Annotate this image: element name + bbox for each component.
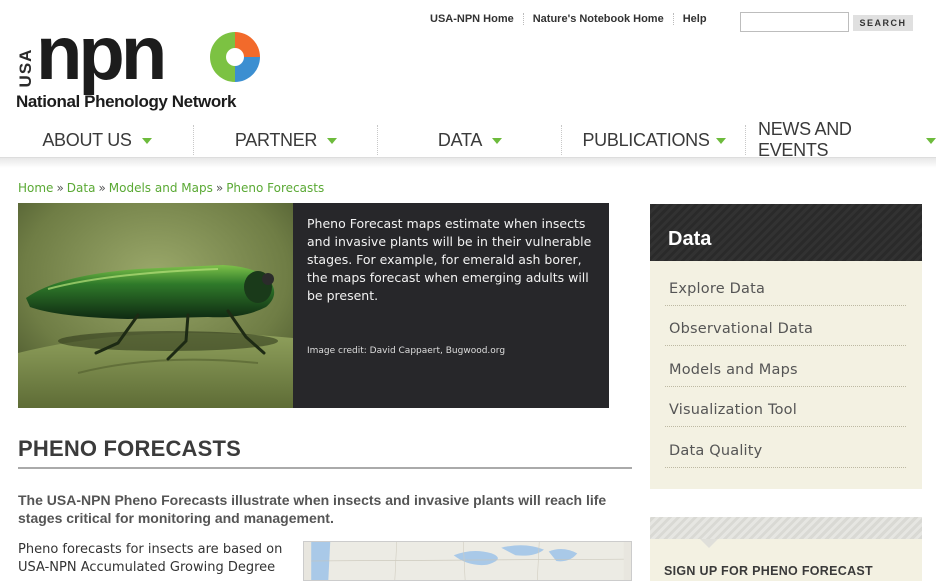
- logo-tagline: National Phenology Network: [16, 92, 237, 111]
- image-credit: Image credit: David Cappaert, Bugwood.or…: [307, 346, 506, 356]
- link-help[interactable]: Help: [672, 13, 716, 25]
- nav-shadow: [0, 158, 936, 168]
- nav-about-us[interactable]: ABOUT US: [0, 122, 194, 158]
- main-nav: ABOUT US PARTNER DATA PUBLICATIONS NEWS …: [0, 119, 936, 160]
- nav-label: ABOUT US: [42, 129, 132, 150]
- utility-links: USA-NPN Home Nature's Notebook Home Help: [424, 13, 716, 25]
- sidebar-item-observational-data[interactable]: Observational Data: [665, 306, 906, 346]
- sidebar-data-menu: Data Explore Data Observational Data Mod…: [650, 204, 922, 489]
- logo-npn: npn: [36, 11, 167, 96]
- logo-usa: USA: [16, 48, 35, 88]
- triangle-down-icon: [715, 138, 726, 144]
- hero-caption-panel: Pheno Forecast maps estimate when insect…: [293, 203, 609, 408]
- body-paragraph: Pheno forecasts for insects are based on…: [18, 542, 283, 575]
- breadcrumb-home[interactable]: Home: [18, 181, 53, 195]
- nav-publications[interactable]: PUBLICATIONS: [562, 122, 746, 158]
- sidebar-header: Data: [650, 204, 922, 261]
- search-button[interactable]: SEARCH: [853, 15, 913, 31]
- triangle-down-icon: [492, 138, 503, 144]
- nav-partner[interactable]: PARTNER: [194, 122, 378, 158]
- link-natures-notebook-home[interactable]: Nature's Notebook Home: [522, 13, 673, 25]
- signup-title[interactable]: SIGN UP FOR PHENO FORECAST: [664, 564, 873, 578]
- npn-logo[interactable]: USA npn National Phenology Network: [16, 12, 286, 112]
- sidebar-item-models-and-maps[interactable]: Models and Maps: [665, 346, 906, 387]
- nav-label: DATA: [437, 129, 483, 150]
- nav-news-and-events[interactable]: NEWS AND EVENTS: [746, 119, 936, 160]
- signup-header-stripe: [650, 517, 922, 539]
- sidebar-item-data-quality[interactable]: Data Quality: [665, 427, 906, 468]
- page-intro: The USA-NPN Pheno Forecasts illustrate w…: [18, 492, 607, 526]
- nav-label: PUBLICATIONS: [582, 129, 710, 150]
- hero-caption: Pheno Forecast maps estimate when insect…: [307, 216, 592, 303]
- sidebar-item-explore-data[interactable]: Explore Data: [665, 265, 906, 306]
- breadcrumb: Home» Data» Models and Maps» Pheno Forecast…: [18, 181, 325, 195]
- search-input[interactable]: [740, 12, 849, 32]
- breadcrumb-models-and-maps[interactable]: Models and Maps: [109, 181, 213, 195]
- triangle-down-icon: [141, 138, 152, 144]
- triangle-down-icon: [327, 138, 338, 144]
- sidebar-list: Explore Data Observational Data Models a…: [650, 261, 922, 468]
- npn-swirl-logo-icon: [208, 30, 262, 84]
- breadcrumb-data[interactable]: Data: [67, 181, 96, 195]
- nav-label: NEWS AND EVENTS: [758, 119, 852, 160]
- link-usa-npn-home[interactable]: USA-NPN Home: [424, 13, 523, 25]
- signup-notch: [700, 539, 718, 548]
- nav-data[interactable]: DATA: [378, 122, 562, 158]
- page-title: PHENO FORECASTS: [18, 436, 632, 469]
- sidebar-title: Data: [668, 228, 712, 250]
- breadcrumb-pheno-forecasts[interactable]: Pheno Forecasts: [226, 181, 324, 195]
- forecast-map-image[interactable]: [303, 541, 632, 581]
- sidebar-item-visualization-tool[interactable]: Visualization Tool: [665, 387, 906, 427]
- emerald-ash-borer-image: [18, 203, 293, 408]
- signup-panel: SIGN UP FOR PHENO FORECAST: [650, 517, 922, 581]
- triangle-down-icon: [926, 138, 936, 144]
- nav-label: PARTNER: [234, 129, 318, 150]
